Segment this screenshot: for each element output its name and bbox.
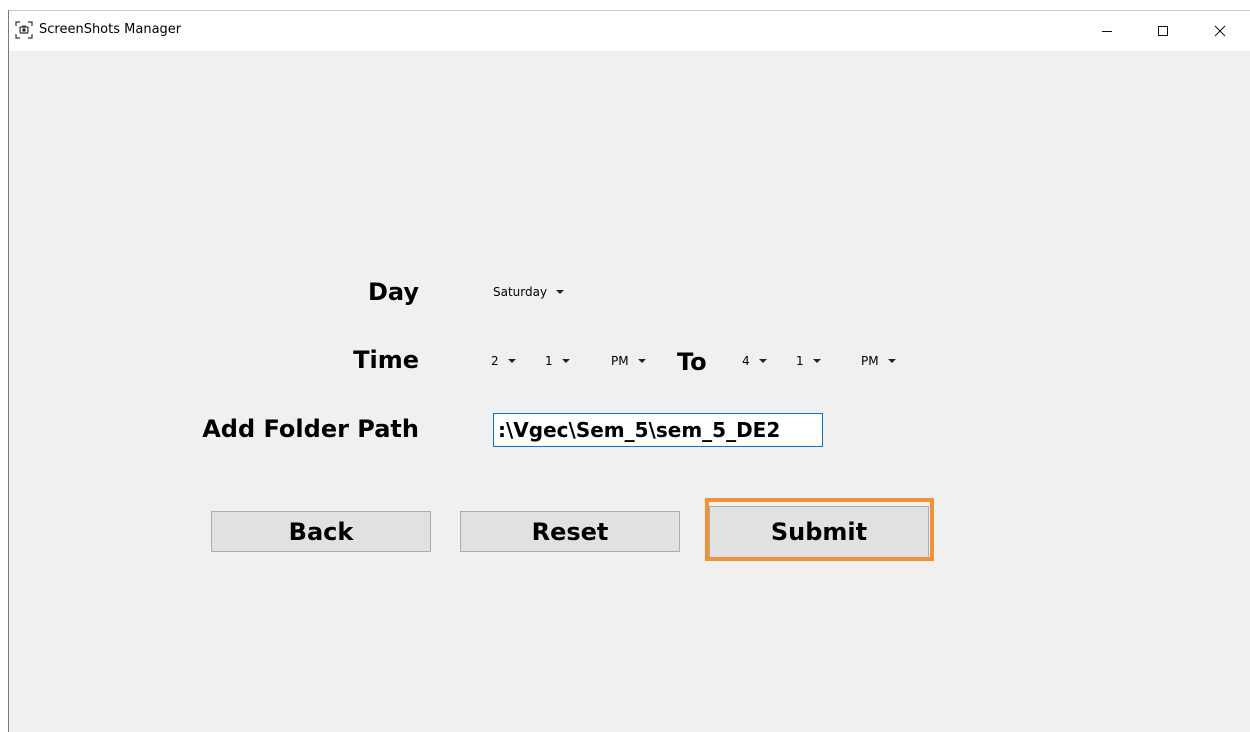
submit-button[interactable]: Submit: [709, 506, 929, 558]
app-window: ScreenShots Manager Day Saturday Time 2 …: [8, 10, 1250, 732]
dropdown-arrow-icon: [758, 359, 767, 363]
to-ampm-dropdown[interactable]: PM: [861, 350, 896, 372]
reset-button[interactable]: Reset: [460, 511, 680, 552]
close-button[interactable]: [1197, 11, 1243, 51]
to-label: To: [677, 348, 707, 376]
maximize-icon: [1157, 22, 1169, 41]
from-ampm-value: PM: [611, 354, 629, 368]
folder-path-input[interactable]: :\Vgec\Sem_5\sem_5_DE2: [493, 413, 823, 447]
dropdown-arrow-icon: [561, 359, 570, 363]
window-title: ScreenShots Manager: [39, 22, 182, 37]
dropdown-arrow-icon: [887, 359, 896, 363]
day-label: Day: [367, 278, 419, 306]
maximize-button[interactable]: [1140, 11, 1186, 51]
to-ampm-value: PM: [861, 354, 879, 368]
to-minute-value: 1: [796, 354, 804, 368]
from-ampm-dropdown[interactable]: PM: [611, 350, 646, 372]
back-button[interactable]: Back: [211, 511, 431, 552]
dropdown-arrow-icon: [812, 359, 821, 363]
screenshot-app-icon: [15, 21, 33, 39]
dropdown-arrow-icon: [507, 359, 516, 363]
from-minute-dropdown[interactable]: 1: [545, 350, 570, 372]
close-icon: [1214, 22, 1226, 41]
to-hour-dropdown[interactable]: 4: [742, 350, 767, 372]
dropdown-arrow-icon: [556, 290, 565, 294]
day-dropdown[interactable]: Saturday: [493, 281, 565, 303]
from-hour-dropdown[interactable]: 2: [491, 350, 516, 372]
title-bar[interactable]: ScreenShots Manager: [9, 10, 1250, 51]
from-minute-value: 1: [545, 354, 553, 368]
to-minute-dropdown[interactable]: 1: [796, 350, 821, 372]
folder-path-label: Add Folder Path: [202, 415, 419, 443]
from-hour-value: 2: [491, 354, 499, 368]
time-label: Time: [353, 346, 419, 374]
dropdown-arrow-icon: [637, 359, 646, 363]
to-hour-value: 4: [742, 354, 750, 368]
minimize-icon: [1101, 22, 1113, 41]
minimize-button[interactable]: [1084, 11, 1130, 51]
day-value: Saturday: [493, 285, 548, 299]
